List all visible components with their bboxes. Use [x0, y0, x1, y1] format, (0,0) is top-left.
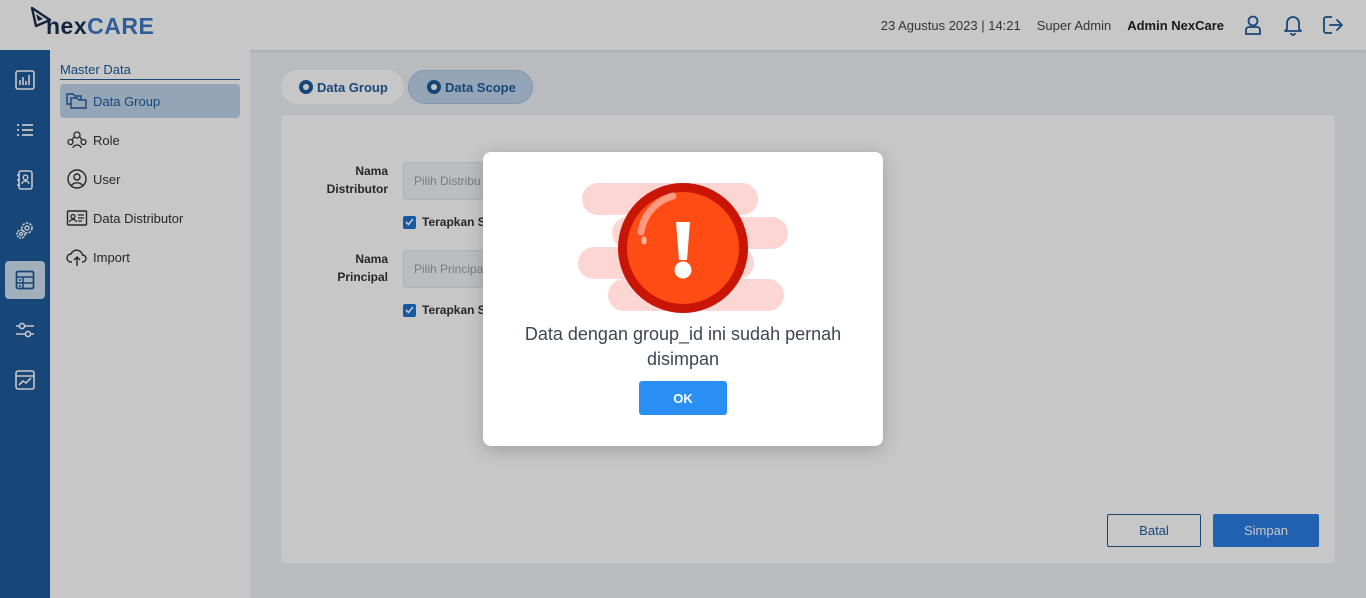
error-exclamation-icon: [578, 183, 788, 313]
ok-button[interactable]: OK: [639, 381, 727, 415]
error-dialog: Data dengan group_id ini sudah pernah di…: [483, 152, 883, 446]
error-message: Data dengan group_id ini sudah pernah di…: [524, 324, 842, 369]
